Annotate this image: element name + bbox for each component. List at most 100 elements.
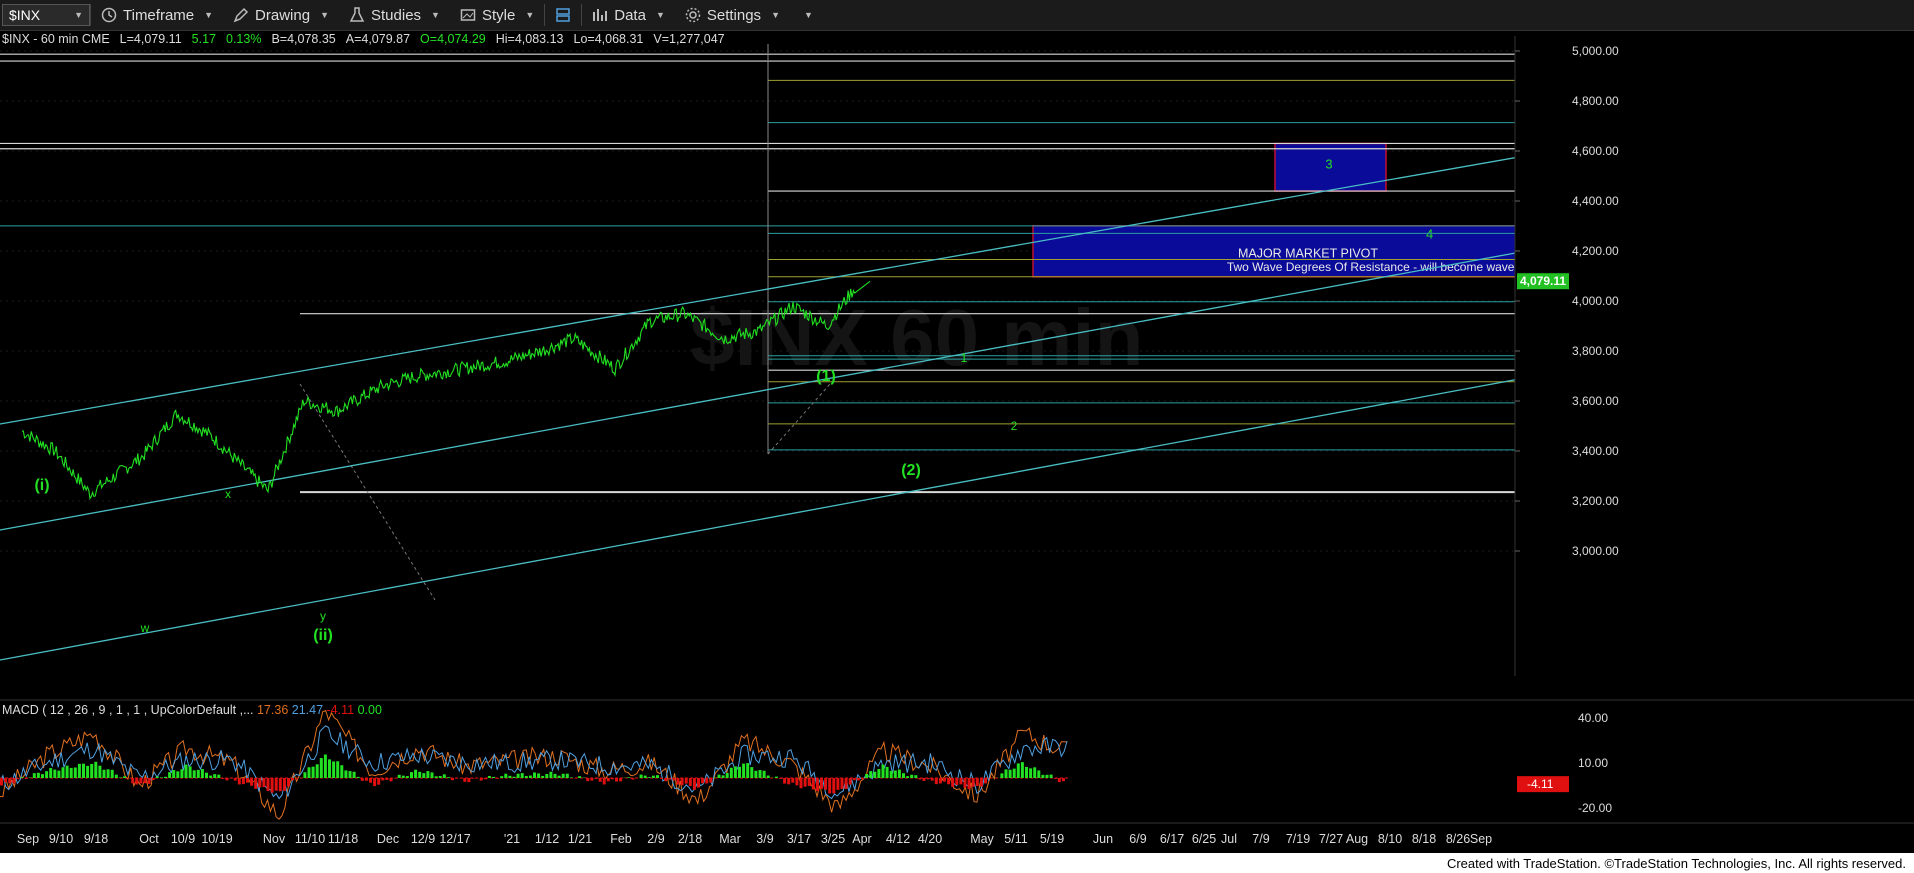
x-tick-label: 9/10 [49,832,73,846]
style-menu[interactable]: Style ▼ [450,0,544,30]
macd-histogram-bar [28,777,32,778]
x-tick-label: '21 [504,832,520,846]
macd-histogram-bar [344,770,348,778]
style-label: Style [481,6,516,24]
macd-histogram-bar [385,778,389,780]
macd-histogram-bar [205,772,208,778]
macd-histogram-bar [856,778,860,781]
macd-histogram-bar [446,777,450,778]
macd-histogram-bar [487,775,491,778]
settings-menu[interactable]: Settings ▼ [675,0,790,30]
macd-histogram-bar [1049,774,1053,778]
macd-histogram-bar [0,778,3,786]
macd-histogram-bar [77,763,81,778]
layout-icon [556,8,570,22]
macd-histogram-bar [373,778,377,787]
macd-histogram-bar [516,773,520,778]
macd-histogram-bar [209,775,213,778]
macd-histogram-bar [627,777,631,778]
y-tick-label: 4,200.00 [1572,244,1619,258]
macd-histogram-bar [746,763,750,778]
macd-histogram-bar [824,778,828,790]
macd-histogram-bar [65,765,69,778]
macd-value: 17.36 [256,703,289,717]
macd-histogram-bar [594,778,598,779]
footer-credit: Created with TradeStation. ©TradeStation… [1446,856,1906,871]
chevron-down-icon: ▼ [204,10,214,20]
macd-histogram-bar [217,774,221,778]
macd-histogram-bar [922,778,926,781]
y-tick-label: 3,200.00 [1572,494,1619,508]
drawing-menu[interactable]: Drawing ▼ [223,0,339,30]
wave-label: (i) [34,477,49,494]
macd-histogram-bar [586,778,590,782]
macd-histogram-bar [291,778,295,781]
macd-histogram-bar [865,773,869,778]
data-menu[interactable]: Data ▼ [582,0,675,30]
macd-histogram-bar [237,778,241,785]
macd-histogram-bar [418,771,422,778]
macd-histogram-bar [717,774,721,778]
macd-histogram-bar [500,776,504,778]
macd-histogram-bar [200,769,204,778]
macd-histogram-bar [311,766,315,778]
open-price: O=4,074.29 [420,32,486,46]
macd-histogram-bar [221,778,225,779]
timeframe-menu[interactable]: Timeframe ▼ [91,0,223,30]
macd-histogram-bar [233,778,237,781]
more-menu[interactable]: ▼ [790,0,823,30]
macd-histogram-bar [721,775,725,778]
chevron-down-icon: ▼ [655,10,665,20]
symbol-input[interactable]: $INX ▼ [2,4,90,26]
price-chart[interactable]: $INX 60 min 4MAJOR MARKET PIVOTTwo Wave … [0,0,1914,873]
macd-histogram-bar [943,778,946,782]
studies-menu[interactable]: Studies ▼ [339,0,450,30]
macd-histogram-bar [602,778,606,785]
volume: V=1,277,047 [653,32,725,46]
y-tick-label: 4,800.00 [1572,94,1619,108]
macd-histogram-bar [762,770,766,778]
chevron-down-icon: ▼ [803,10,813,20]
macd-histogram-bar [930,778,934,781]
macd-histogram-bar [651,775,655,778]
macd-diff-value: -4.11 [326,703,355,717]
y-tick-label: 4,400.00 [1572,194,1619,208]
macd-histogram-bar [578,776,582,778]
macd-histogram-bar [889,770,893,778]
style-icon [460,9,476,21]
macd-histogram-bar [680,778,684,786]
macd-last-label: -4.11 [1527,777,1554,791]
data-label: Data [614,6,646,24]
layout-button[interactable] [545,0,581,30]
macd-histogram-bar [155,776,159,778]
macd-histogram-bar [537,773,541,778]
macd-histogram-bar [135,778,139,785]
macd-histogram-bar [32,773,36,778]
macd-histogram-bar [69,767,73,778]
macd-histogram-bar [869,771,873,778]
macd-histogram-bar [319,758,323,778]
macd-histogram-bar [1000,773,1004,778]
macd-histogram-bar [492,776,495,778]
macd-histogram-bar [159,777,163,778]
macd-histogram-bar [434,776,438,778]
macd-histogram-bar [24,778,28,779]
y-tick-label: 3,800.00 [1572,344,1619,358]
macd-histogram-bar [20,777,24,778]
macd-histogram-bar [799,778,803,789]
macd-histogram-bar [282,778,286,791]
macd-histogram-bar [885,766,889,778]
macd-histogram-bar [102,769,106,778]
macd-histogram-bar [270,778,274,793]
macd-histogram-bar [967,778,971,790]
macd-histogram-bar [303,772,307,778]
macd-histogram-bar [709,778,713,783]
x-tick-label: 7/19 [1286,832,1310,846]
macd-histogram-bar [610,778,614,780]
last-price: L=4,079.11 [119,32,182,46]
macd-histogram-bar [590,778,594,781]
x-tick-label: 11/18 [328,832,358,846]
x-tick-label: Sep [1470,832,1492,846]
x-tick-label: Oct [139,832,159,846]
percent-change: 0.13% [226,32,262,46]
